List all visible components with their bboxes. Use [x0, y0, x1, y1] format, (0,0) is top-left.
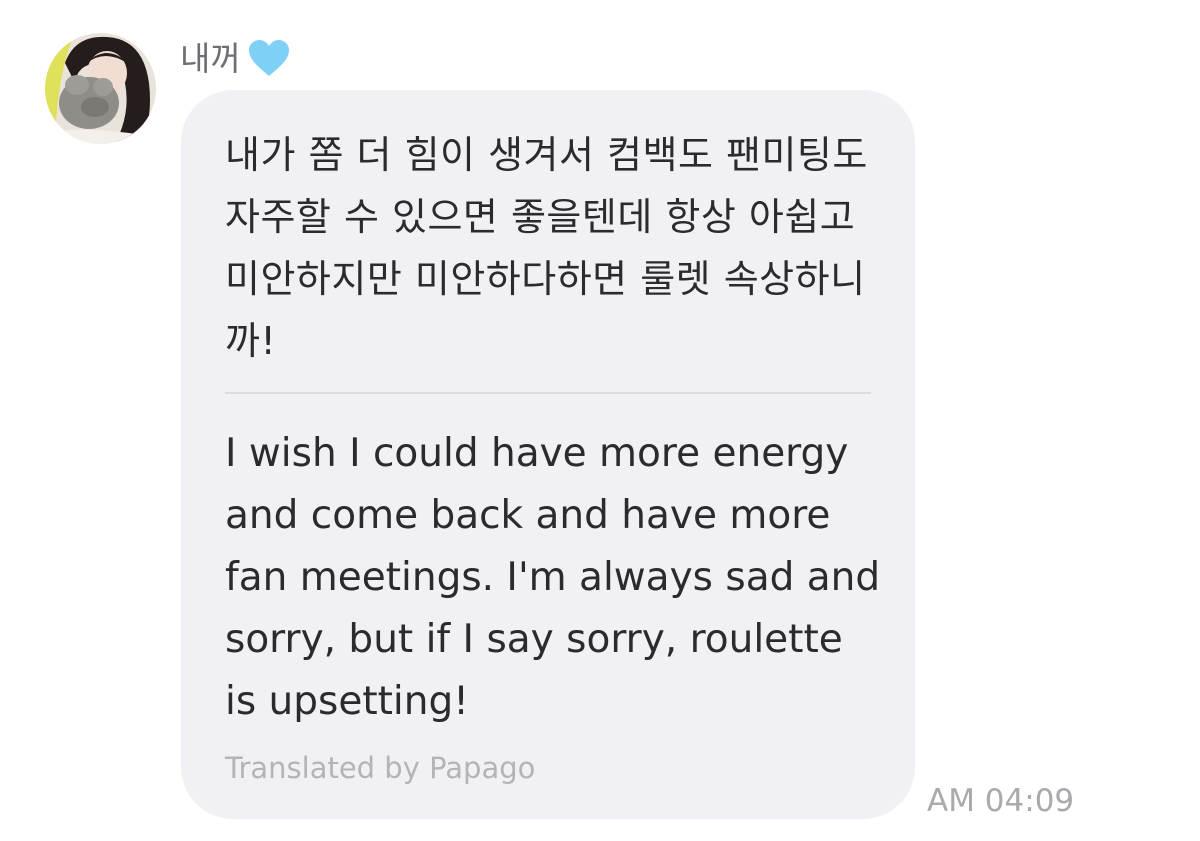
blue-heart-icon — [247, 38, 291, 78]
sender-avatar[interactable] — [45, 33, 156, 144]
translation-divider — [225, 392, 871, 394]
original-message-text: 내가 쫌 더 힘이 생겨서 컴백도 팬미팅도 자주할 수 있으면 좋을텐데 항상… — [225, 133, 868, 363]
message-timestamp: AM 04:09 — [927, 783, 1075, 819]
sender-header: 내꺼 — [180, 36, 291, 80]
translated-message-text: I wish I could have more energy and come… — [225, 431, 881, 724]
message-bubble[interactable]: 내가 쫌 더 힘이 생겨서 컴백도 팬미팅도 자주할 수 있으면 좋을텐데 항상… — [181, 90, 915, 819]
sender-name[interactable]: 내꺼 — [180, 42, 241, 75]
translation-credit: Translated by Papago — [225, 751, 536, 785]
